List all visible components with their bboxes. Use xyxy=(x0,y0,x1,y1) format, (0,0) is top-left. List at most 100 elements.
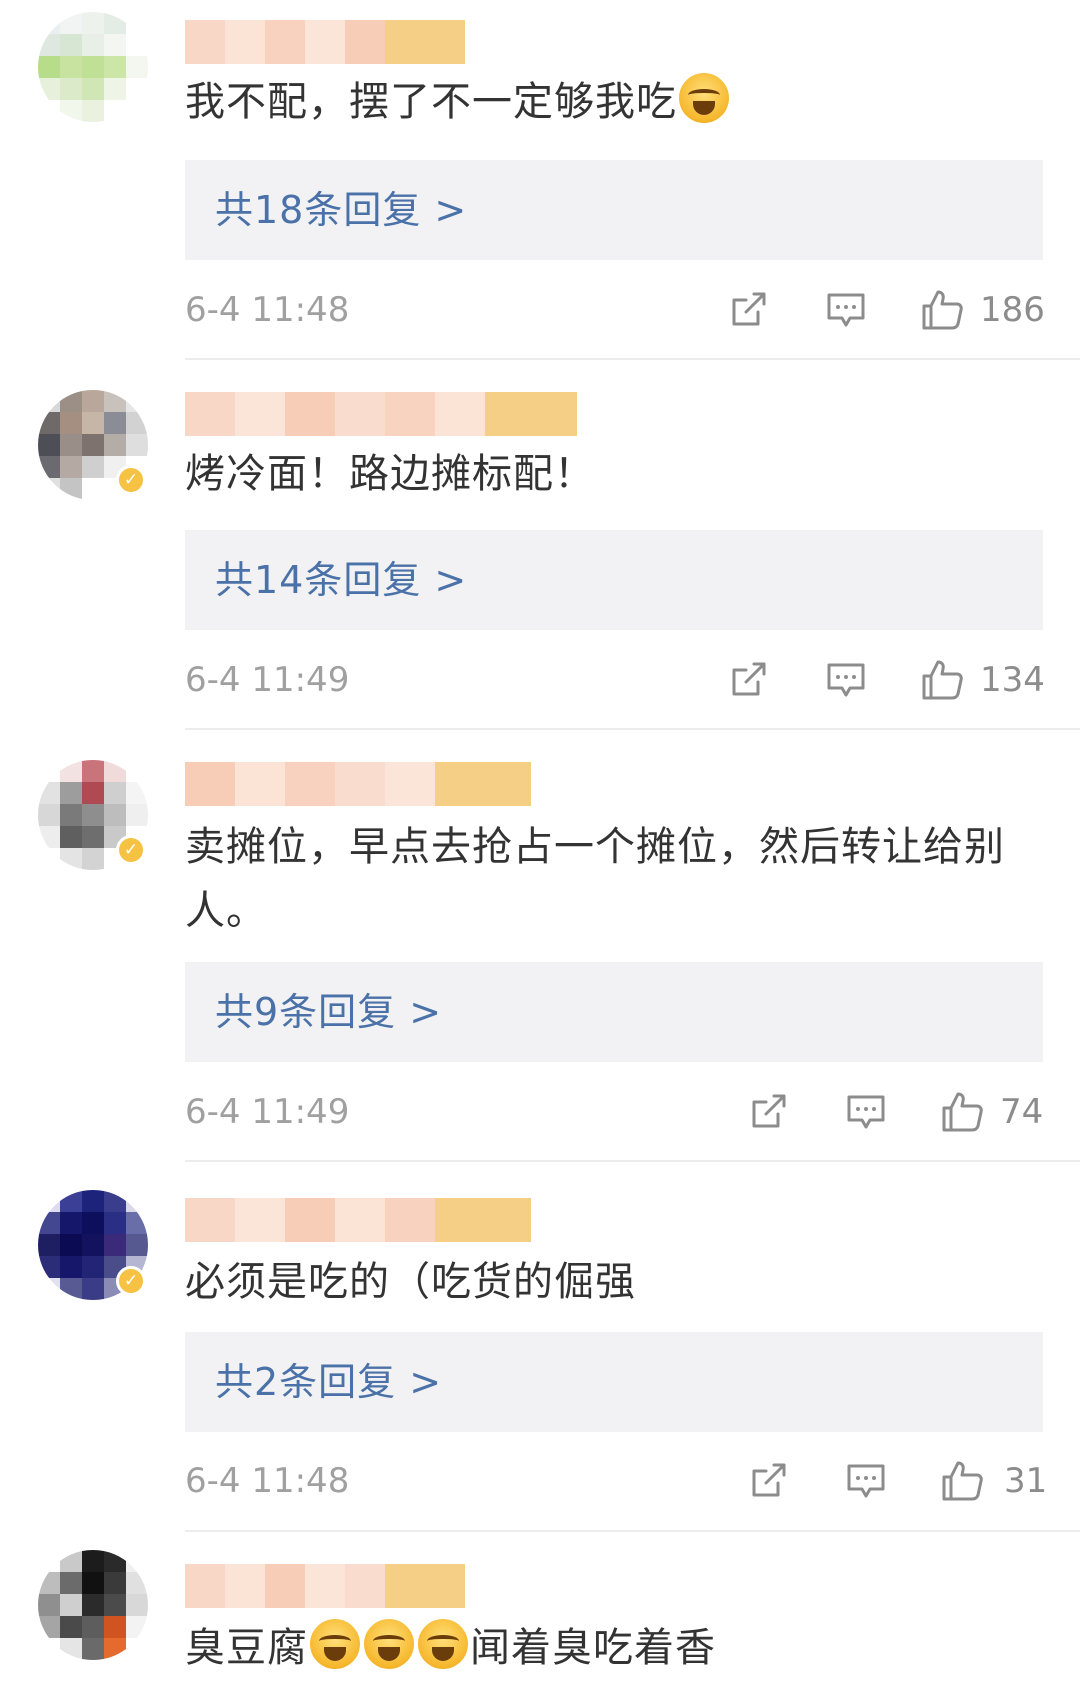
avatar-pixel xyxy=(82,848,104,870)
avatar-pixel xyxy=(38,456,60,478)
avatar-pixel xyxy=(126,1234,148,1256)
avatar-pixel xyxy=(60,760,82,782)
avatar-pixel xyxy=(38,434,60,456)
avatar-pixel xyxy=(104,56,126,78)
divider xyxy=(185,358,1080,360)
like-icon[interactable] xyxy=(940,1090,984,1134)
comment-icon[interactable] xyxy=(824,658,868,702)
avatar-pixel xyxy=(38,12,60,34)
reply-thread-box[interactable]: 共9条回复 > xyxy=(185,962,1043,1062)
username-blurred[interactable] xyxy=(185,762,531,806)
avatar-pixel xyxy=(104,1572,126,1594)
share-icon[interactable] xyxy=(726,288,770,332)
avatar-pixel xyxy=(38,1594,60,1616)
laugh-cry-emoji-icon xyxy=(679,73,729,123)
avatar-pixel xyxy=(82,78,104,100)
avatar-pixel xyxy=(82,1572,104,1594)
avatar-pixel xyxy=(38,478,60,500)
laugh-cry-emoji-icon xyxy=(418,1619,468,1669)
like-count: 134 xyxy=(980,660,1045,700)
avatar-pixel xyxy=(82,1190,104,1212)
avatar-pixel xyxy=(82,760,104,782)
reply-thread-box[interactable]: 共18条回复 > xyxy=(185,160,1043,260)
avatar-pixel xyxy=(82,100,104,122)
like-icon[interactable] xyxy=(920,288,964,332)
avatar-pixel xyxy=(126,56,148,78)
avatar-pixel xyxy=(104,804,126,826)
avatar-pixel xyxy=(60,1594,82,1616)
view-replies-link[interactable]: 共9条回复 > xyxy=(215,962,442,1062)
username-blurred[interactable] xyxy=(185,392,577,436)
avatar-pixel xyxy=(60,1234,82,1256)
comment-icon[interactable] xyxy=(844,1090,888,1134)
avatar-pixel xyxy=(82,826,104,848)
avatar[interactable] xyxy=(38,1550,148,1660)
comment-meta-row: 6-4 11:48 186 xyxy=(0,285,1080,335)
share-icon[interactable] xyxy=(746,1459,790,1503)
avatar-pixel xyxy=(82,1256,104,1278)
avatar-pixel xyxy=(126,78,148,100)
avatar-pixel xyxy=(126,12,148,34)
avatar-pixel xyxy=(82,56,104,78)
avatar-pixel xyxy=(82,1278,104,1300)
avatar-pixel xyxy=(104,390,126,412)
avatar-pixel xyxy=(60,12,82,34)
share-icon[interactable] xyxy=(726,658,770,702)
view-replies-link[interactable]: 共2条回复 > xyxy=(215,1332,442,1432)
divider xyxy=(185,728,1080,730)
avatar-pixel xyxy=(82,1616,104,1638)
avatar-pixel xyxy=(104,100,126,122)
avatar-pixel xyxy=(60,1190,82,1212)
avatar-pixel xyxy=(60,412,82,434)
avatar-pixel xyxy=(60,1572,82,1594)
avatar-pixel xyxy=(60,1278,82,1300)
username-blurred[interactable] xyxy=(185,1198,531,1242)
username-blurred[interactable] xyxy=(185,20,465,64)
comment-icon[interactable] xyxy=(824,288,868,332)
avatar-pixel xyxy=(82,12,104,34)
reply-thread-box[interactable]: 共14条回复 > xyxy=(185,530,1043,630)
avatar-pixel xyxy=(38,760,60,782)
avatar-pixel xyxy=(60,1256,82,1278)
avatar-pixel xyxy=(38,1572,60,1594)
username-blurred[interactable] xyxy=(185,1564,465,1608)
avatar-pixel xyxy=(82,456,104,478)
avatar-pixel xyxy=(126,760,148,782)
comment-text: 卖摊位，早点去抢占一个摊位，然后转让给别人。 xyxy=(185,824,1005,934)
avatar-pixel xyxy=(38,1550,60,1572)
avatar-pixel xyxy=(38,100,60,122)
avatar-pixel xyxy=(104,1638,126,1660)
avatar-pixel xyxy=(38,1256,60,1278)
view-replies-link[interactable]: 共18条回复 > xyxy=(215,160,467,260)
like-icon[interactable] xyxy=(940,1459,984,1503)
avatar-pixel xyxy=(38,1234,60,1256)
avatar[interactable] xyxy=(38,12,148,122)
avatar-pixel xyxy=(126,1212,148,1234)
avatar-pixel xyxy=(60,78,82,100)
avatar-pixel xyxy=(38,804,60,826)
share-icon[interactable] xyxy=(746,1090,790,1134)
avatar-pixel xyxy=(104,1190,126,1212)
avatar-pixel xyxy=(104,412,126,434)
like-count: 31 xyxy=(1004,1461,1048,1501)
avatar-pixel xyxy=(82,782,104,804)
avatar-pixel xyxy=(60,478,82,500)
avatar-pixel xyxy=(104,1550,126,1572)
comment-icon[interactable] xyxy=(844,1459,888,1503)
avatar-pixel xyxy=(82,412,104,434)
view-replies-link[interactable]: 共14条回复 > xyxy=(215,530,467,630)
reply-thread-box[interactable]: 共2条回复 > xyxy=(185,1332,1043,1432)
laugh-cry-emoji-icon xyxy=(310,1619,360,1669)
avatar-pixel xyxy=(38,1638,60,1660)
avatar-pixel xyxy=(38,390,60,412)
avatar-pixel xyxy=(60,1616,82,1638)
avatar-pixel xyxy=(104,1594,126,1616)
avatar-pixel xyxy=(60,1550,82,1572)
avatar-pixel xyxy=(126,804,148,826)
avatar-pixel xyxy=(38,1278,60,1300)
avatar-pixel xyxy=(82,390,104,412)
laugh-cry-emoji-icon xyxy=(364,1619,414,1669)
avatar-pixel xyxy=(126,1594,148,1616)
comment-timestamp: 6-4 11:48 xyxy=(185,1461,350,1501)
like-icon[interactable] xyxy=(920,658,964,702)
